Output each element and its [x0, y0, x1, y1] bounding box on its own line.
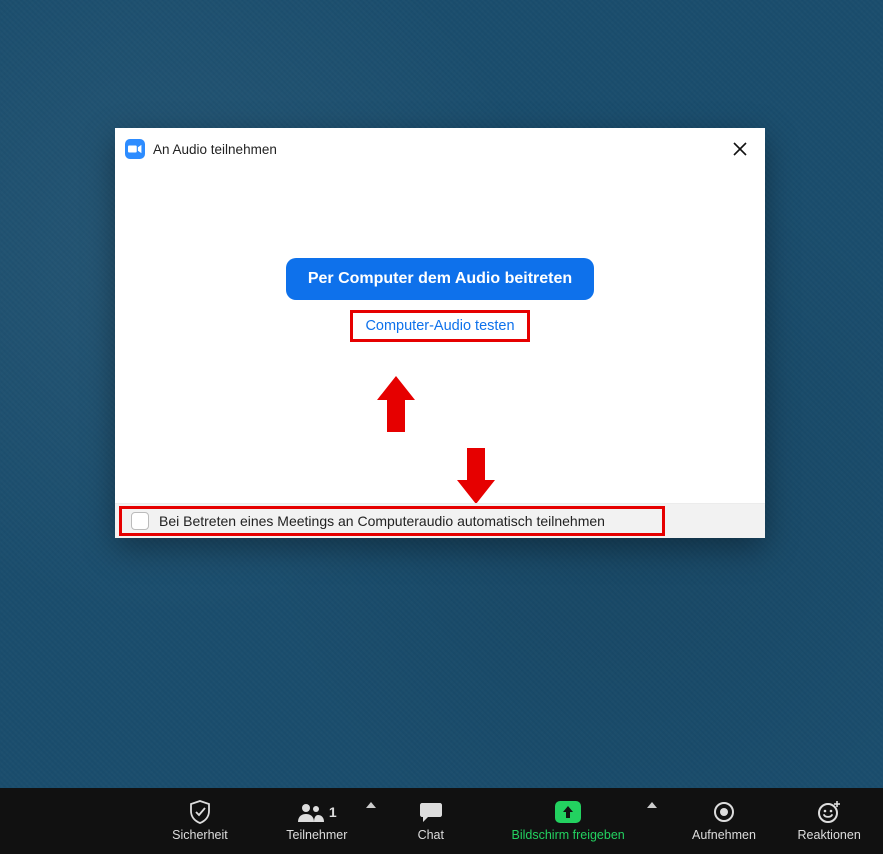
share-screen-label: Bildschirm freigeben — [512, 828, 625, 842]
dialog-title: An Audio teilnehmen — [153, 142, 277, 157]
dialog-footer: Bei Betreten eines Meetings an Computera… — [115, 503, 765, 538]
audio-join-dialog: An Audio teilnehmen Per Computer dem Aud… — [115, 128, 765, 538]
close-button[interactable] — [727, 136, 753, 162]
auto-join-checkbox[interactable] — [131, 512, 149, 530]
reactions-label: Reaktionen — [798, 828, 861, 842]
record-label: Aufnehmen — [692, 828, 756, 842]
participants-count: 1 — [329, 804, 337, 820]
reactions-icon — [817, 800, 841, 824]
test-audio-highlight: Computer-Audio testen — [350, 310, 529, 342]
participants-caret[interactable] — [361, 788, 382, 854]
annotation-arrow-up-icon — [377, 376, 415, 432]
chevron-up-icon — [366, 802, 376, 808]
auto-join-label: Bei Betreten eines Meetings an Computera… — [159, 513, 605, 529]
meeting-toolbar: Sicherheit 1 Teilnehmer Chat Bildschirm … — [0, 788, 883, 854]
share-screen-icon — [555, 800, 581, 824]
test-audio-link[interactable]: Computer-Audio testen — [365, 318, 514, 334]
shield-icon — [189, 800, 211, 824]
security-button[interactable]: Sicherheit — [160, 788, 240, 854]
security-label: Sicherheit — [172, 828, 228, 842]
annotation-arrow-down-icon — [457, 448, 495, 504]
chat-label: Chat — [418, 828, 444, 842]
reactions-button[interactable]: Reaktionen — [785, 788, 873, 854]
arrow-up-icon — [561, 805, 575, 819]
participants-icon: 1 — [297, 800, 337, 824]
dialog-title-wrap: An Audio teilnehmen — [125, 139, 277, 159]
dialog-titlebar: An Audio teilnehmen — [115, 128, 765, 166]
zoom-app-icon — [125, 139, 145, 159]
chat-button[interactable]: Chat — [400, 788, 462, 854]
record-button[interactable]: Aufnehmen — [680, 788, 768, 854]
share-screen-button[interactable]: Bildschirm freigeben — [495, 788, 641, 854]
dialog-body: Per Computer dem Audio beitreten Compute… — [115, 166, 765, 503]
close-icon — [733, 142, 747, 156]
participants-button[interactable]: 1 Teilnehmer — [273, 788, 361, 854]
record-icon — [713, 800, 735, 824]
chat-icon — [419, 800, 443, 824]
chevron-up-icon — [647, 802, 657, 808]
share-caret[interactable] — [641, 788, 662, 854]
join-audio-button[interactable]: Per Computer dem Audio beitreten — [286, 258, 594, 300]
participants-label: Teilnehmer — [286, 828, 347, 842]
